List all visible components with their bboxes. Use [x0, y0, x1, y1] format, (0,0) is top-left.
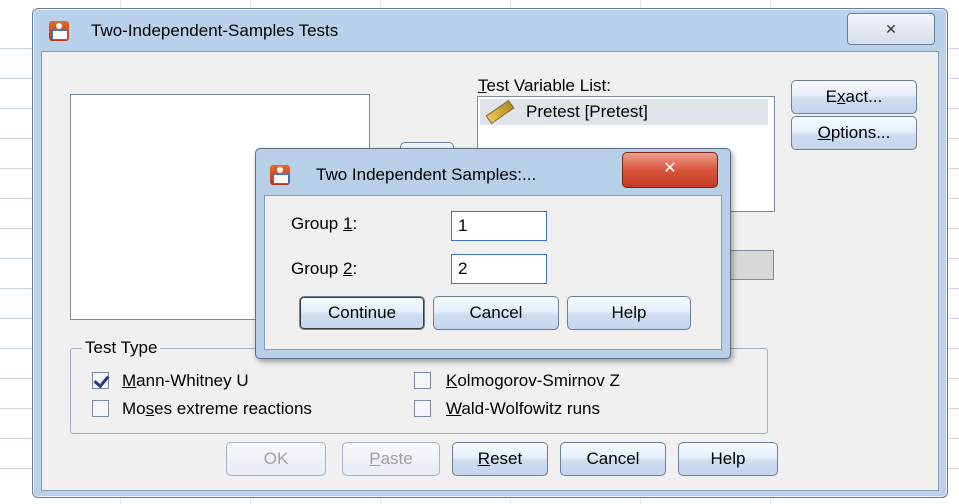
ok-button[interactable]: OK [226, 442, 326, 476]
wald-wolfowitz-label: Wald-Wolfowitz runs [446, 399, 600, 418]
moses-extreme-label: Moses extreme reactions [122, 399, 312, 418]
paste-button[interactable]: Paste [342, 442, 440, 476]
group2-label: Group 2: [291, 259, 358, 278]
test-variable-list-label: Test Variable List: [478, 76, 611, 95]
test-type-label: Test Type [82, 338, 161, 358]
reset-button[interactable]: Reset [452, 442, 548, 476]
test-type-group [70, 348, 768, 434]
dialog-title: Two-Independent-Samples Tests [91, 21, 339, 40]
cancel-button[interactable]: Cancel [560, 442, 666, 476]
spss-app-icon [49, 21, 69, 41]
define-groups-dialog: Two Independent Samples:... ✕ Group 1: G… [255, 148, 731, 359]
help-button[interactable]: Help [678, 442, 778, 476]
ruler-icon [484, 99, 515, 125]
kolmogorov-smirnov-label: Kolmogorov-Smirnov Z [446, 371, 620, 390]
group1-input[interactable] [451, 211, 547, 241]
mann-whitney-label: Mann-Whitney U [122, 371, 249, 390]
grouping-variable-field[interactable] [726, 250, 774, 280]
group2-input[interactable] [451, 254, 547, 284]
sub-close-button[interactable]: ✕ [622, 152, 718, 188]
dialog-title-bar: Two-Independent-Samples Tests ✕ [33, 9, 947, 49]
group1-label: Group 1: [291, 214, 358, 233]
list-item[interactable]: Pretest [Pretest] [526, 102, 648, 122]
mann-whitney-checkbox[interactable] [92, 372, 109, 389]
spss-app-icon [270, 165, 290, 185]
kolmogorov-smirnov-checkbox[interactable] [414, 372, 431, 389]
sub-dialog-title: Two Independent Samples:... [316, 165, 537, 184]
options-button[interactable]: Options... [791, 116, 917, 150]
sub-cancel-button[interactable]: Cancel [433, 296, 559, 330]
sub-help-button[interactable]: Help [567, 296, 691, 330]
exact-button[interactable]: Exact... [791, 80, 917, 114]
moses-extreme-checkbox[interactable] [92, 400, 109, 417]
close-button[interactable]: ✕ [847, 13, 935, 45]
wald-wolfowitz-checkbox[interactable] [414, 400, 431, 417]
continue-button[interactable]: Continue [299, 296, 425, 330]
sub-dialog-client-area: Group 1: Group 2: Continue Cancel Help [264, 195, 722, 350]
